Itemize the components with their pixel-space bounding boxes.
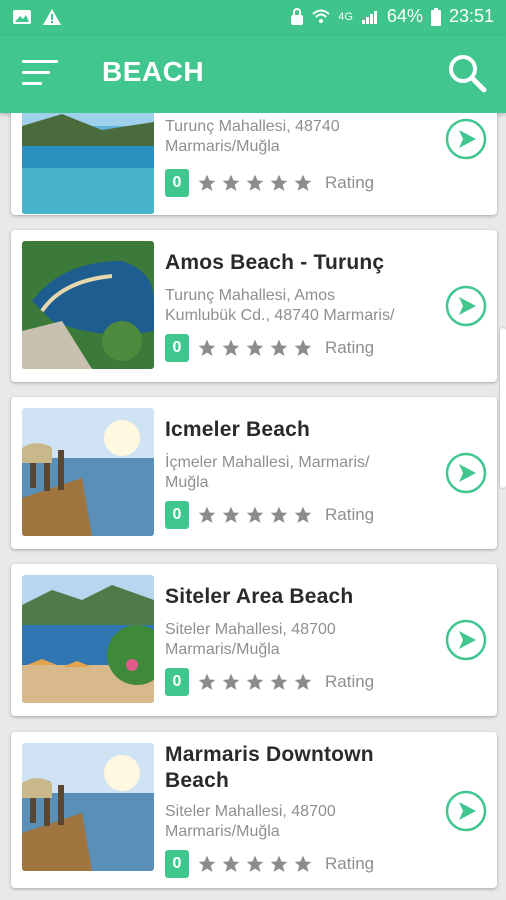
beach-list[interactable]: Turunç Mahallesi, 48740 Marmaris/Muğla 0… bbox=[0, 113, 506, 900]
status-bar: 4G 64% 23:51 bbox=[0, 0, 506, 36]
star-icon[interactable] bbox=[269, 338, 289, 358]
scroll-edge[interactable] bbox=[500, 328, 506, 488]
star-icon[interactable] bbox=[221, 854, 241, 874]
search-icon[interactable] bbox=[446, 52, 488, 94]
rating-label: Rating bbox=[325, 173, 375, 192]
beach-thumbnail bbox=[22, 743, 154, 871]
rating-count-badge: 0 bbox=[165, 501, 189, 529]
beach-address: İçmeler Mahallesi, Marmaris/ Muğla bbox=[165, 454, 370, 491]
battery-icon bbox=[430, 7, 441, 26]
beach-address: Turunç Mahallesi, 48740 Marmaris/Muğla bbox=[165, 118, 340, 155]
star-rating[interactable] bbox=[197, 173, 313, 193]
beach-thumbnail bbox=[22, 408, 154, 536]
clock: 23:51 bbox=[448, 6, 494, 26]
network-type: 4G bbox=[338, 10, 353, 23]
list-item[interactable]: Amos Beach - Turunç Turunç Mahallesi, Am… bbox=[11, 230, 497, 382]
star-rating[interactable] bbox=[197, 672, 313, 692]
beach-name: Icmeler Beach bbox=[165, 418, 311, 441]
star-icon[interactable] bbox=[245, 338, 265, 358]
star-icon[interactable] bbox=[197, 672, 217, 692]
rating-count-badge: 0 bbox=[165, 668, 189, 696]
beach-address: Siteler Mahallesi, 48700 Marmaris/Muğla bbox=[165, 803, 336, 840]
rating-label: Rating bbox=[325, 672, 375, 691]
menu-icon[interactable] bbox=[22, 58, 58, 88]
arrow-right-circle-icon[interactable] bbox=[445, 118, 487, 160]
beach-name: Siteler Area Beach bbox=[165, 585, 354, 608]
star-icon[interactable] bbox=[197, 854, 217, 874]
star-icon[interactable] bbox=[245, 672, 265, 692]
star-icon[interactable] bbox=[293, 338, 313, 358]
list-item[interactable]: Turunç Mahallesi, 48740 Marmaris/Muğla 0… bbox=[11, 113, 497, 215]
list-item[interactable]: Siteler Area Beach Siteler Mahallesi, 48… bbox=[11, 564, 497, 716]
star-icon[interactable] bbox=[221, 338, 241, 358]
star-rating[interactable] bbox=[197, 854, 313, 874]
rating-count-badge: 0 bbox=[165, 169, 189, 197]
beach-name: Amos Beach - Turunç bbox=[165, 251, 385, 274]
arrow-right-circle-icon[interactable] bbox=[445, 285, 487, 327]
app-bar: BEACH bbox=[0, 36, 506, 113]
list-item[interactable]: Marmaris Downtown Beach Siteler Mahalles… bbox=[11, 732, 497, 888]
star-icon[interactable] bbox=[293, 505, 313, 525]
star-icon[interactable] bbox=[245, 173, 265, 193]
star-icon[interactable] bbox=[245, 505, 265, 525]
lock-icon bbox=[291, 7, 304, 25]
rating-row: 0 Rating bbox=[165, 334, 374, 362]
arrow-right-circle-icon[interactable] bbox=[445, 790, 487, 832]
warning-icon bbox=[43, 9, 61, 25]
rating-label: Rating bbox=[325, 338, 375, 357]
rating-row: 0 Rating bbox=[165, 169, 374, 197]
rating-label: Rating bbox=[325, 854, 375, 873]
beach-address: Siteler Mahallesi, 48700 Marmaris/Muğla bbox=[165, 621, 336, 658]
page-title: BEACH bbox=[102, 56, 205, 87]
rating-row: 0 Rating bbox=[165, 501, 374, 529]
list-item[interactable]: Icmeler Beach İçmeler Mahallesi, Marmari… bbox=[11, 397, 497, 549]
image-icon bbox=[13, 10, 31, 24]
beach-thumbnail bbox=[22, 113, 154, 214]
signal-icon bbox=[361, 10, 377, 24]
rating-count-badge: 0 bbox=[165, 334, 189, 362]
star-icon[interactable] bbox=[245, 854, 265, 874]
arrow-right-circle-icon[interactable] bbox=[445, 452, 487, 494]
beach-name: Marmaris Downtown Beach bbox=[165, 743, 374, 792]
beach-thumbnail bbox=[22, 575, 154, 703]
star-icon[interactable] bbox=[293, 854, 313, 874]
star-icon[interactable] bbox=[269, 173, 289, 193]
beach-thumbnail bbox=[22, 241, 154, 369]
star-icon[interactable] bbox=[293, 173, 313, 193]
star-icon[interactable] bbox=[269, 854, 289, 874]
rating-row: 0 Rating bbox=[165, 850, 374, 878]
star-icon[interactable] bbox=[221, 173, 241, 193]
star-icon[interactable] bbox=[197, 173, 217, 193]
star-rating[interactable] bbox=[197, 505, 313, 525]
star-icon[interactable] bbox=[269, 505, 289, 525]
rating-row: 0 Rating bbox=[165, 668, 374, 696]
star-icon[interactable] bbox=[221, 505, 241, 525]
star-icon[interactable] bbox=[293, 672, 313, 692]
rating-label: Rating bbox=[325, 505, 375, 524]
star-icon[interactable] bbox=[197, 505, 217, 525]
star-rating[interactable] bbox=[197, 338, 313, 358]
star-icon[interactable] bbox=[197, 338, 217, 358]
beach-address: Turunç Mahallesi, Amos Kumlubük Cd., 487… bbox=[165, 287, 395, 324]
battery-percent: 64% bbox=[386, 6, 423, 26]
wifi-icon bbox=[312, 9, 330, 23]
star-icon[interactable] bbox=[221, 672, 241, 692]
star-icon[interactable] bbox=[269, 672, 289, 692]
arrow-right-circle-icon[interactable] bbox=[445, 619, 487, 661]
rating-count-badge: 0 bbox=[165, 850, 189, 878]
